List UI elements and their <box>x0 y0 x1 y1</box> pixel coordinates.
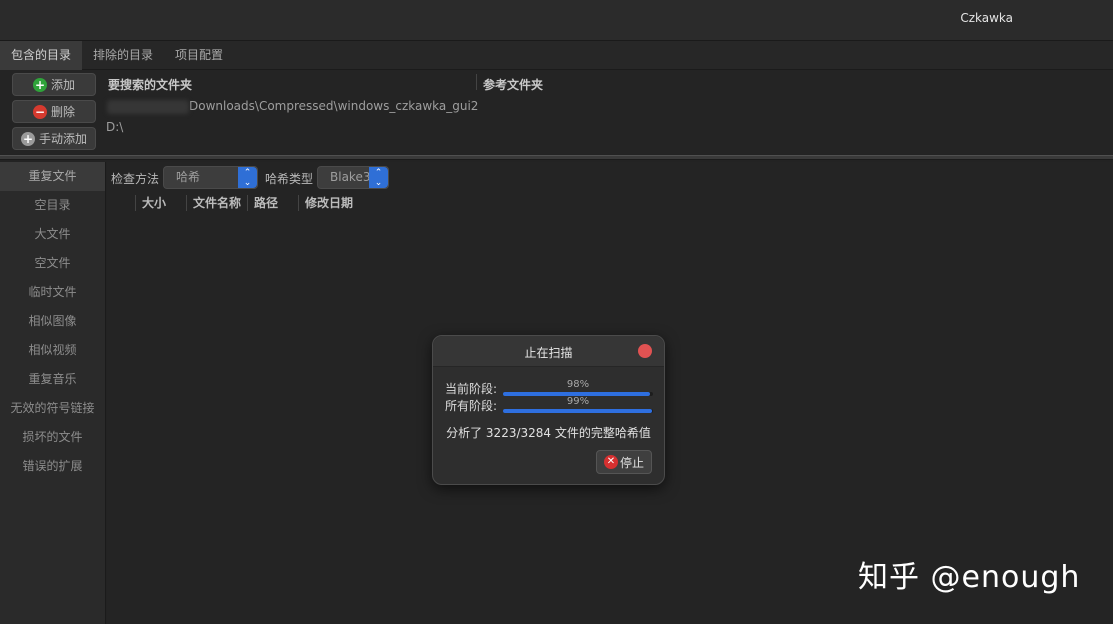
current-stage-percent: 98% <box>566 379 590 390</box>
dialog-title: 止在扫描 <box>524 346 573 360</box>
all-stages-label: 所有阶段: <box>445 399 498 413</box>
scan-progress-dialog: 止在扫描 当前阶段: 98% 所有阶段: 99% 分析了 3223/3284 文… <box>432 335 665 485</box>
pane-splitter[interactable] <box>0 155 1113 160</box>
tab-excluded-dirs[interactable]: 排除的目录 <box>82 41 164 70</box>
stop-icon: ✕ <box>603 455 618 469</box>
window-title: Czkawka <box>960 11 1013 25</box>
column-modified-date[interactable]: 修改日期 <box>298 195 378 211</box>
all-stages-percent: 99% <box>566 396 590 407</box>
add-button[interactable]: + 添加 <box>12 73 96 96</box>
sidebar-item-empty-folders[interactable]: 空目录 <box>0 191 105 220</box>
stop-button-label: 停止 <box>619 455 644 470</box>
column-path[interactable]: 路径 <box>247 195 298 211</box>
directory-tabs: 包含的目录 排除的目录 项目配置 <box>0 41 1113 70</box>
manual-add-button[interactable]: + 手动添加 <box>12 127 96 150</box>
sidebar-item-temporary-files[interactable]: 临时文件 <box>0 278 105 307</box>
remove-button[interactable]: − 删除 <box>12 100 96 123</box>
tab-included-dirs[interactable]: 包含的目录 <box>0 41 83 70</box>
close-icon[interactable] <box>638 344 652 358</box>
sidebar-item-duplicate-music[interactable]: 重复音乐 <box>0 365 105 394</box>
sidebar-item-similar-videos[interactable]: 相似视频 <box>0 336 105 365</box>
plus-icon: + <box>20 131 35 146</box>
check-method-label: 检查方法 <box>111 172 160 186</box>
spinner-arrows-icon: ⌃ ⌄ <box>369 167 388 188</box>
directories-pane: + 添加 − 删除 + 手动添加 要搜索的文件夹 参考文件夹 Downloads… <box>0 70 1113 154</box>
sidebar-item-empty-files[interactable]: 空文件 <box>0 249 105 278</box>
sidebar-item-broken-files[interactable]: 损坏的文件 <box>0 423 105 452</box>
sidebar-item-big-files[interactable]: 大文件 <box>0 220 105 249</box>
directory-path: Downloads\Compressed\windows_czkawka_gui… <box>189 99 479 113</box>
plus-icon: + <box>32 77 47 92</box>
watermark: 知乎 @enough <box>858 560 1081 595</box>
column-divider <box>476 74 477 90</box>
directory-row[interactable]: D:\ <box>106 120 123 134</box>
dialog-header: 止在扫描 <box>433 336 664 367</box>
search-folders-header: 要搜索的文件夹 <box>108 78 193 92</box>
sidebar-item-invalid-symlinks[interactable]: 无效的符号链接 <box>0 394 105 423</box>
hash-type-label: 哈希类型 <box>265 172 314 186</box>
column-file-name[interactable]: 文件名称 <box>186 195 247 211</box>
title-bar: Czkawka <box>0 0 1113 41</box>
current-stage-label: 当前阶段: <box>445 382 498 396</box>
hash-type-select[interactable]: Blake3 ⌃ ⌄ <box>317 166 389 189</box>
column-size[interactable]: 大小 <box>135 195 186 211</box>
redacted-path <box>107 99 189 114</box>
add-button-label: 添加 <box>50 78 75 92</box>
minus-icon: − <box>32 104 47 119</box>
sidebar-item-similar-images[interactable]: 相似图像 <box>0 307 105 336</box>
check-method-select[interactable]: 哈希 ⌃ ⌄ <box>163 166 258 189</box>
tool-sidebar: 重复文件 空目录 大文件 空文件 临时文件 相似图像 相似视频 重复音乐 无效的… <box>0 162 106 624</box>
all-stages-progress-fill <box>503 409 652 413</box>
all-stages-progress <box>503 409 653 413</box>
hash-type-value: Blake3 <box>330 170 371 184</box>
remove-button-label: 删除 <box>50 105 75 119</box>
spinner-arrows-icon: ⌃ ⌄ <box>238 167 257 188</box>
results-table-header: 大小 文件名称 路径 修改日期 <box>135 195 378 211</box>
directory-row[interactable]: Downloads\Compressed\windows_czkawka_gui… <box>107 99 478 114</box>
manual-add-button-label: 手动添加 <box>38 132 87 146</box>
check-method-value: 哈希 <box>176 170 201 184</box>
directory-path: D:\ <box>106 120 124 134</box>
scan-status-message: 分析了 3223/3284 文件的完整哈希值 <box>446 426 651 440</box>
sidebar-item-bad-extensions[interactable]: 错误的扩展 <box>0 452 105 481</box>
tab-project-settings[interactable]: 项目配置 <box>164 41 234 70</box>
reference-folders-header: 参考文件夹 <box>483 78 544 92</box>
stop-button[interactable]: ✕ 停止 <box>596 450 652 474</box>
sidebar-item-duplicate-files[interactable]: 重复文件 <box>0 162 105 191</box>
